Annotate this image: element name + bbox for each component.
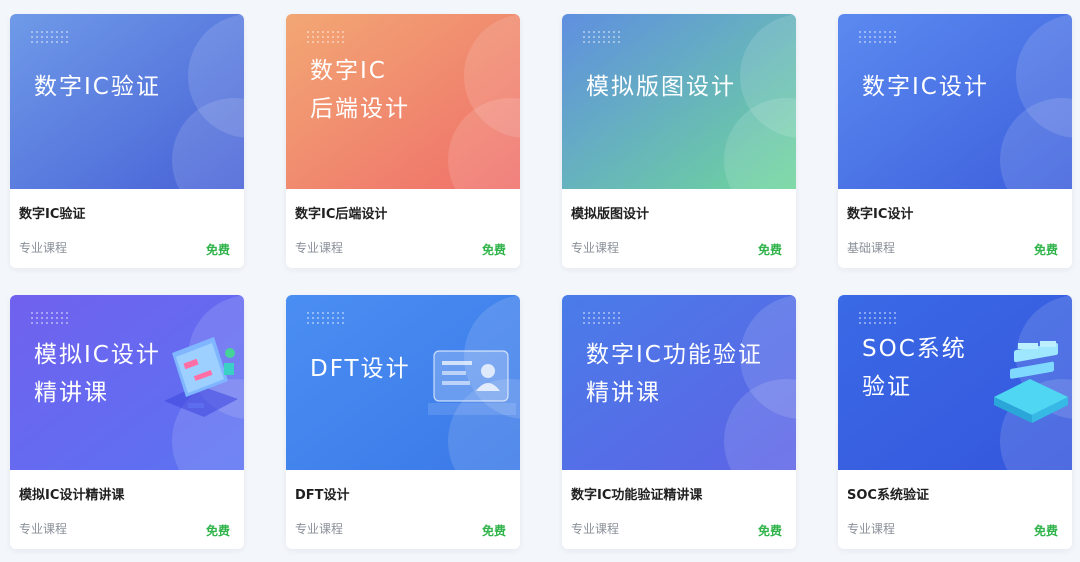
course-name[interactable]: 模拟IC设计精讲课 (19, 484, 124, 503)
course-name[interactable]: 数字IC验证 (19, 203, 85, 222)
course-info: 数字IC后端设计 专业课程 免费 (286, 189, 520, 268)
course-banner[interactable]: 数字IC 后端设计 (286, 14, 520, 189)
course-card[interactable]: 数字IC功能验证 精讲课 数字IC功能验证精讲课 专业课程 免费 (562, 295, 796, 549)
course-card[interactable]: 数字IC验证 数字IC验证 专业课程 免费 (10, 14, 244, 268)
course-name[interactable]: 模拟版图设计 (571, 203, 649, 222)
course-category: 专业课程 (295, 522, 344, 536)
price-badge: 免费 (481, 243, 506, 257)
course-card[interactable]: DFT设计 DFT设计 专业课程 免费 (286, 295, 520, 549)
course-category: 基础课程 (847, 241, 896, 255)
course-info: 数字IC设计 基础课程 免费 (838, 189, 1072, 268)
price-badge: 免费 (205, 243, 230, 257)
banner-title: 模拟版图设计 (586, 74, 736, 100)
course-name[interactable]: 数字IC设计 (847, 203, 913, 222)
course-name[interactable]: SOC系统验证 (847, 484, 929, 503)
price-badge: 免费 (757, 524, 782, 538)
banner-title: 数字IC设计 (862, 74, 989, 100)
server-illustration (994, 341, 1068, 423)
course-category: 专业课程 (295, 241, 344, 255)
course-banner[interactable]: 数字IC设计 (838, 14, 1072, 189)
course-category: 专业课程 (571, 522, 620, 536)
course-name[interactable]: DFT设计 (295, 484, 350, 503)
course-category: 专业课程 (847, 522, 896, 536)
course-name[interactable]: 数字IC功能验证精讲课 (571, 484, 702, 503)
course-banner[interactable]: DFT设计 (286, 295, 520, 470)
course-banner[interactable]: SOC系统 验证 (838, 295, 1072, 470)
course-banner[interactable]: 数字IC功能验证 精讲课 (562, 295, 796, 470)
computer-illustration (164, 337, 238, 417)
course-category: 专业课程 (571, 241, 620, 255)
course-info: 数字IC功能验证精讲课 专业课程 免费 (562, 470, 796, 549)
price-badge: 免费 (481, 524, 506, 538)
price-badge: 免费 (1033, 243, 1058, 257)
banner-title: 数字IC验证 (34, 74, 161, 100)
course-card[interactable]: 模拟版图设计 模拟版图设计 专业课程 免费 (562, 14, 796, 268)
price-badge: 免费 (1033, 524, 1058, 538)
course-info: 模拟IC设计精讲课 专业课程 免费 (10, 470, 244, 549)
course-info: SOC系统验证 专业课程 免费 (838, 470, 1072, 549)
course-category: 专业课程 (19, 522, 68, 536)
price-badge: 免费 (757, 243, 782, 257)
course-grid: 数字IC验证 数字IC验证 专业课程 免费 数字IC 后端设计 数字IC后端设计… (0, 0, 1080, 562)
course-info: 数字IC验证 专业课程 免费 (10, 189, 244, 268)
banner-title: 数字IC功能验证 精讲课 (586, 342, 763, 406)
course-card[interactable]: 数字IC设计 数字IC设计 基础课程 免费 (838, 14, 1072, 268)
course-banner[interactable]: 模拟IC设计 精讲课 (10, 295, 244, 470)
course-category: 专业课程 (19, 241, 68, 255)
course-card[interactable]: SOC系统 验证 SOC系统验证 专业课程 免费 (838, 295, 1072, 549)
course-card[interactable]: 模拟IC设计 精讲课 模拟IC设计精讲课 专业课程 免费 (10, 295, 244, 549)
course-info: DFT设计 专业课程 免费 (286, 470, 520, 549)
course-name[interactable]: 数字IC后端设计 (295, 203, 387, 222)
course-card[interactable]: 数字IC 后端设计 数字IC后端设计 专业课程 免费 (286, 14, 520, 268)
course-banner[interactable]: 数字IC验证 (10, 14, 244, 189)
banner-title: 数字IC 后端设计 (310, 58, 410, 122)
price-badge: 免费 (205, 524, 230, 538)
course-banner[interactable]: 模拟版图设计 (562, 14, 796, 189)
id-card-illustration (428, 350, 516, 415)
course-info: 模拟版图设计 专业课程 免费 (562, 189, 796, 268)
